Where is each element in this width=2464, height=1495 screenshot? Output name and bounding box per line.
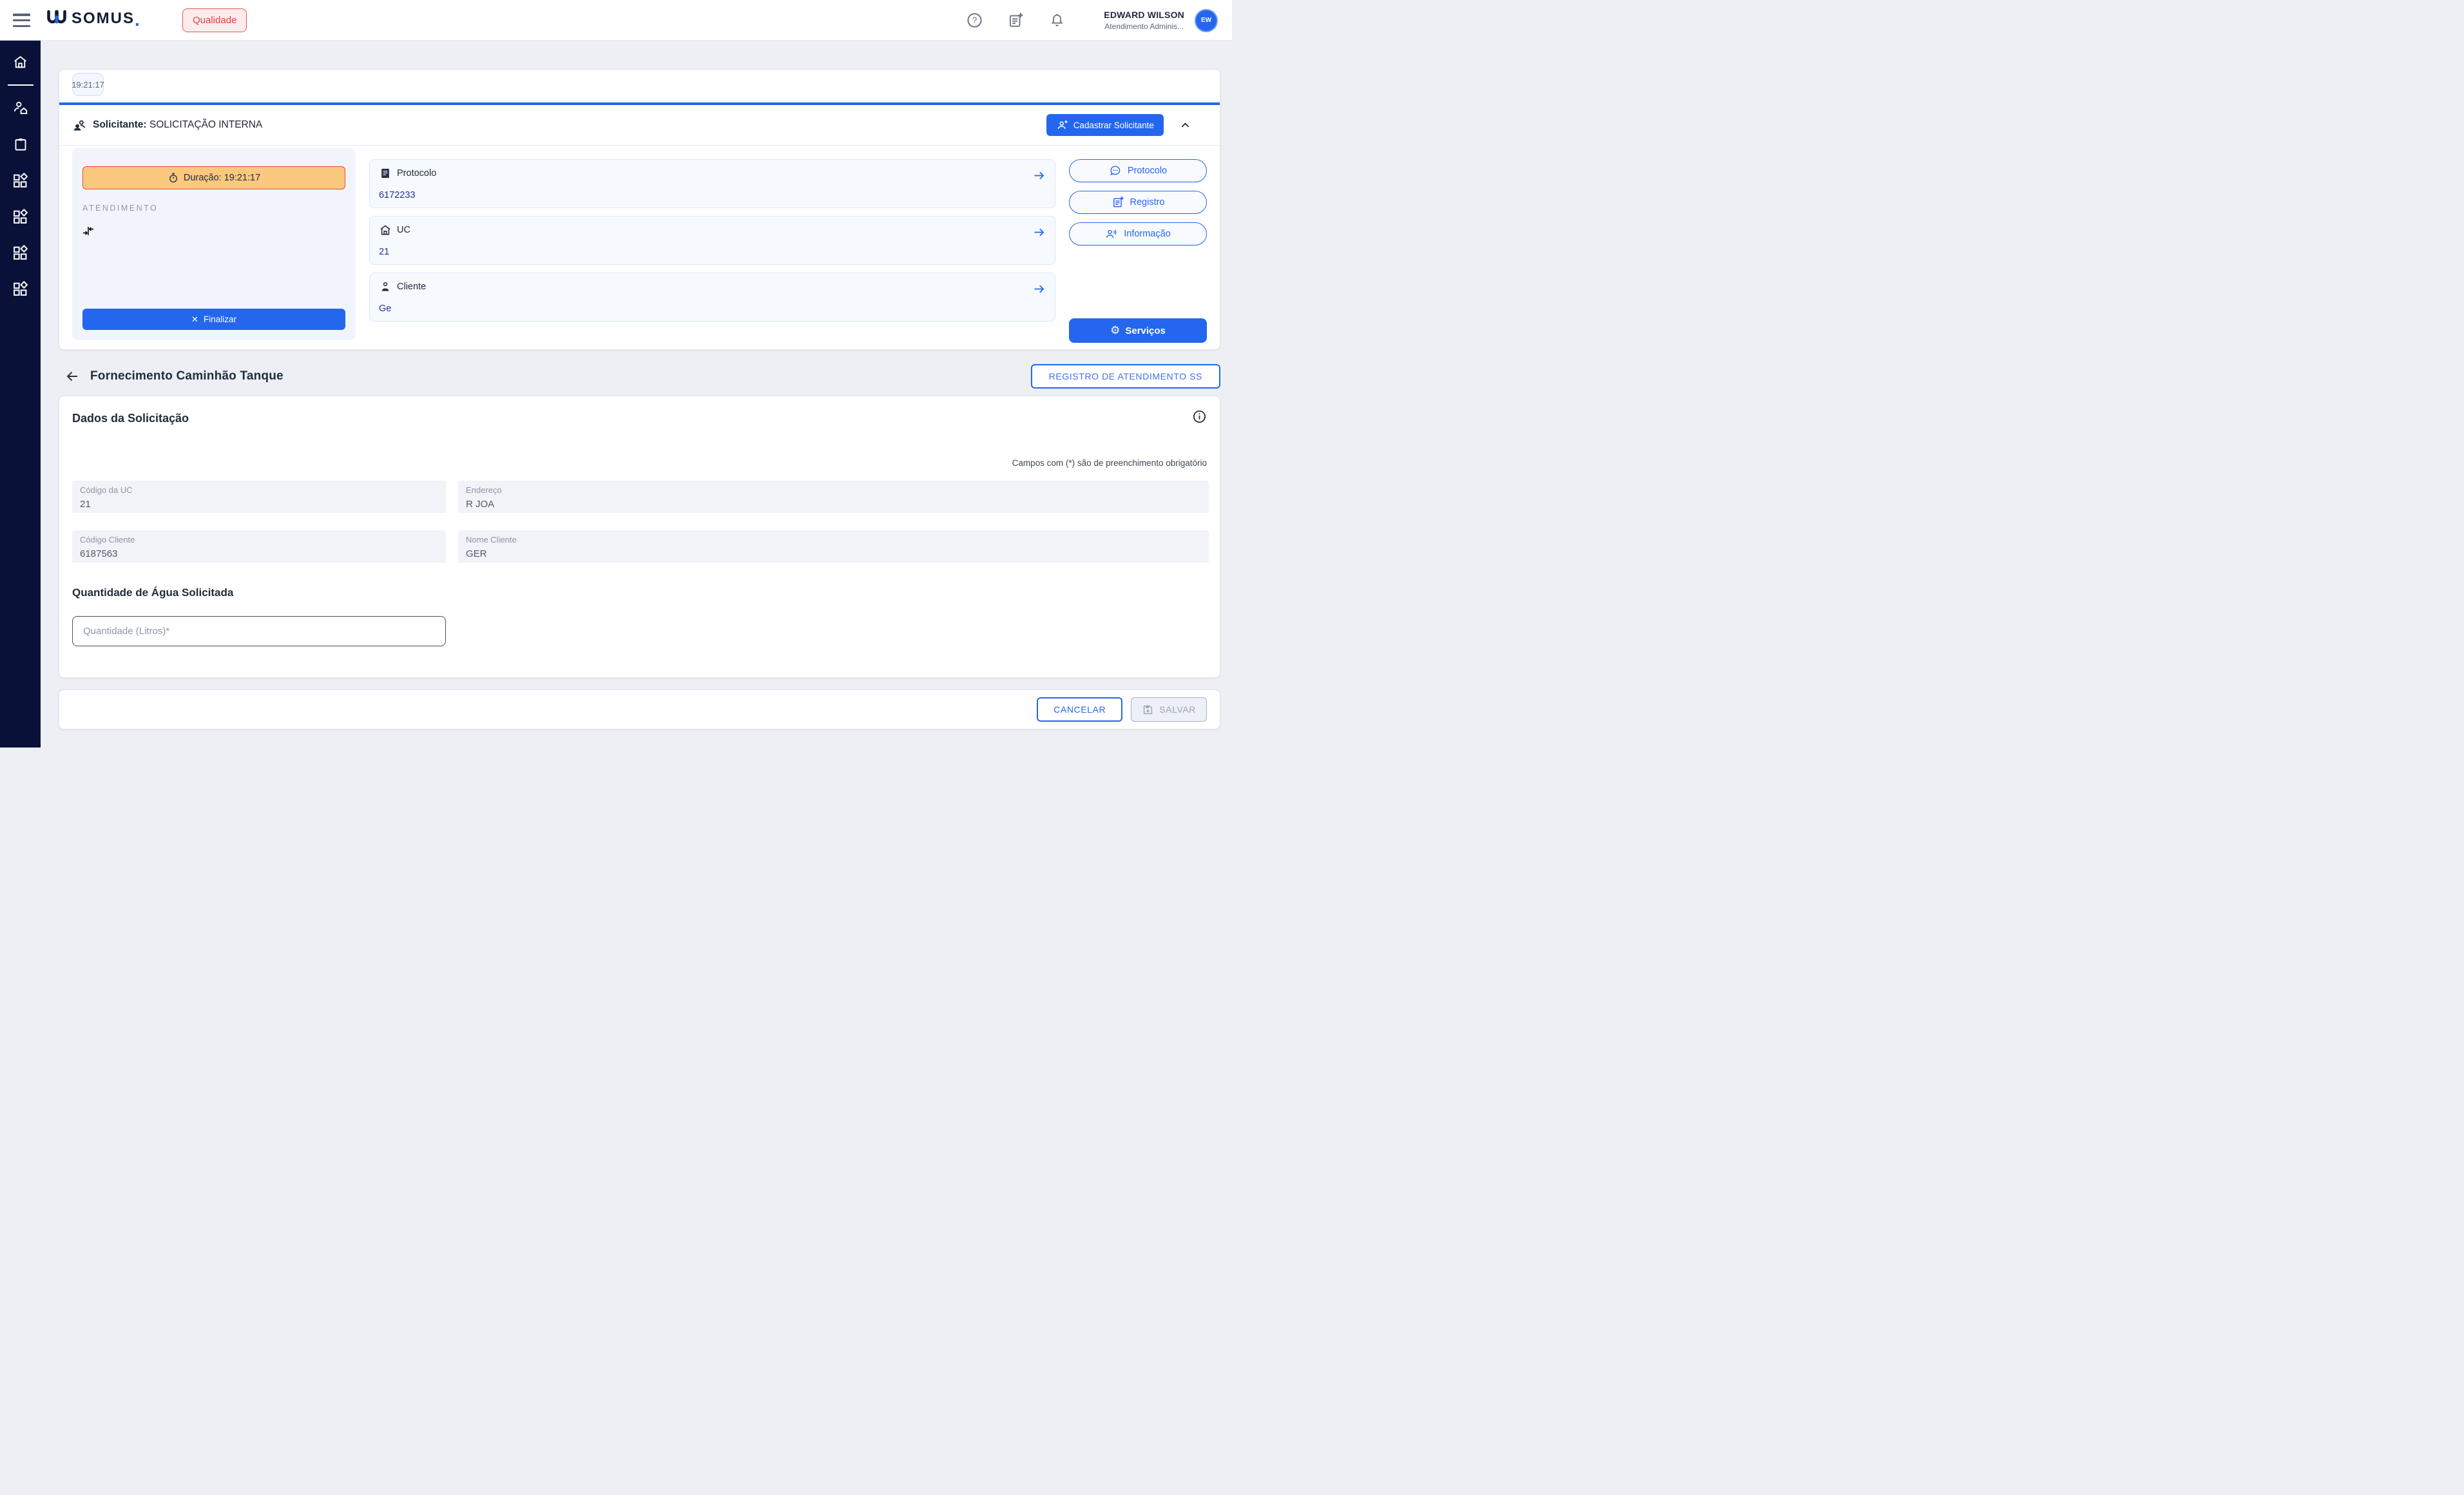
info-card-value: 6172233	[379, 190, 415, 200]
chat-icon	[1109, 164, 1122, 177]
duration-panel: Duração: 19:21:17 ATENDIMENTO ✕ Finaliza…	[72, 148, 356, 340]
arrow-right-icon[interactable]	[1032, 226, 1046, 239]
collapse-chevron-icon[interactable]	[1179, 119, 1191, 131]
solicitante-value: SOLICITAÇÃO INTERNA	[149, 119, 262, 130]
sidebar-divider	[8, 84, 34, 86]
quantity-section-title: Quantidade de Água Solicitada	[72, 586, 233, 599]
solicitante-label: Solicitante:	[93, 119, 147, 130]
quantity-input[interactable]	[72, 616, 446, 646]
info-card-label: Cliente	[397, 282, 426, 292]
person-icon	[379, 280, 392, 293]
info-card-value: Ge	[379, 304, 391, 314]
note-add-icon[interactable]	[1006, 11, 1025, 30]
logo-dot: .	[135, 12, 140, 28]
info-card-value: 21	[379, 247, 389, 257]
required-fields-note: Campos com (*) são de preenchimento obri…	[1012, 458, 1207, 468]
registro-atendimento-ss-button[interactable]: REGISTRO DE ATENDIMENTO SS	[1031, 364, 1220, 389]
duration-banner: Duração: 19:21:17	[82, 166, 345, 189]
app-logo: SOMUS .	[46, 9, 140, 28]
mouse-cursor	[82, 226, 95, 236]
registro-button[interactable]: Registro	[1069, 191, 1207, 214]
cliente-card[interactable]: Cliente Ge	[369, 273, 1055, 322]
menu-icon[interactable]	[13, 14, 30, 27]
page-title: Fornecimento Caminhão Tanque	[90, 369, 284, 383]
sidebar-item-widgets-2[interactable]	[0, 203, 41, 230]
finalizar-button[interactable]: ✕ Finalizar	[82, 309, 345, 330]
help-icon[interactable]: ?	[965, 11, 984, 30]
people-icon	[72, 118, 87, 133]
avatar[interactable]: EW	[1195, 9, 1218, 32]
field-nome-cliente: Nome Cliente GER	[458, 530, 1209, 563]
logo-text: SOMUS	[72, 9, 135, 28]
arrow-right-icon[interactable]	[1032, 169, 1046, 182]
section-title: Dados da Solicitação	[72, 412, 189, 425]
logo-mark-icon	[46, 9, 67, 28]
sidebar	[0, 41, 41, 748]
gear-icon: ⚙	[1110, 324, 1120, 337]
field-endereco: Endereço R JOA	[458, 481, 1209, 513]
sidebar-item-widgets-3[interactable]	[0, 239, 41, 266]
user-info[interactable]: EDWARD WILSON Atendimento Adminis...	[1104, 10, 1184, 31]
close-icon: ✕	[191, 314, 198, 325]
protocolo-card[interactable]: Protocolo 6172233	[369, 159, 1055, 208]
qualidade-badge: Qualidade	[182, 8, 247, 32]
back-arrow-icon[interactable]	[64, 369, 80, 384]
save-disk-icon	[1142, 704, 1154, 716]
svg-text:?: ?	[972, 15, 977, 25]
sidebar-item-customer-home[interactable]	[0, 95, 41, 122]
info-card-label: UC	[397, 225, 410, 235]
sidebar-item-home[interactable]	[0, 48, 41, 75]
user-role: Atendimento Adminis...	[1104, 22, 1184, 31]
arrow-right-icon[interactable]	[1032, 282, 1046, 296]
servicos-button[interactable]: ⚙ Serviços	[1069, 318, 1207, 343]
sidebar-item-clipboard[interactable]	[0, 131, 41, 158]
field-codigo-uc: Código da UC 21	[72, 481, 446, 513]
user-name: EDWARD WILSON	[1104, 10, 1184, 20]
receipt-icon	[379, 167, 392, 180]
note-add-icon	[1112, 196, 1124, 209]
person-add-icon	[1056, 119, 1068, 131]
protocolo-button[interactable]: Protocolo	[1069, 159, 1207, 182]
cadastrar-solicitante-button[interactable]: Cadastrar Solicitante	[1046, 114, 1164, 136]
info-icon[interactable]	[1192, 409, 1207, 424]
house-icon	[379, 224, 392, 236]
informacao-button[interactable]: Informação	[1069, 222, 1207, 246]
sidebar-item-widgets-1[interactable]	[0, 167, 41, 194]
save-button[interactable]: SALVAR	[1131, 697, 1207, 722]
cancel-button[interactable]: CANCELAR	[1037, 697, 1122, 722]
sidebar-item-widgets-4[interactable]	[0, 275, 41, 302]
atendimento-label: ATENDIMENTO	[82, 204, 345, 213]
form-actions-bar: CANCELAR SALVAR	[59, 690, 1220, 729]
top-bar: SOMUS . Qualidade ? EDWARD WILSON Atendi…	[0, 0, 1232, 41]
voice-person-icon	[1105, 227, 1118, 240]
atendimento-card: 19:21:17 Solicitante: SOLICITAÇÃO INTERN…	[59, 69, 1220, 350]
timer-tab[interactable]: 19:21:17	[72, 73, 104, 96]
field-codigo-cliente: Código Cliente 6187563	[72, 530, 446, 563]
solicitacao-form-card: Dados da Solicitação Campos com (*) são …	[59, 396, 1220, 678]
bell-icon[interactable]	[1047, 11, 1066, 30]
stopwatch-icon	[168, 172, 179, 184]
main-content: 19:21:17 Solicitante: SOLICITAÇÃO INTERN…	[41, 41, 1232, 748]
uc-card[interactable]: UC 21	[369, 216, 1055, 265]
info-card-label: Protocolo	[397, 168, 436, 178]
